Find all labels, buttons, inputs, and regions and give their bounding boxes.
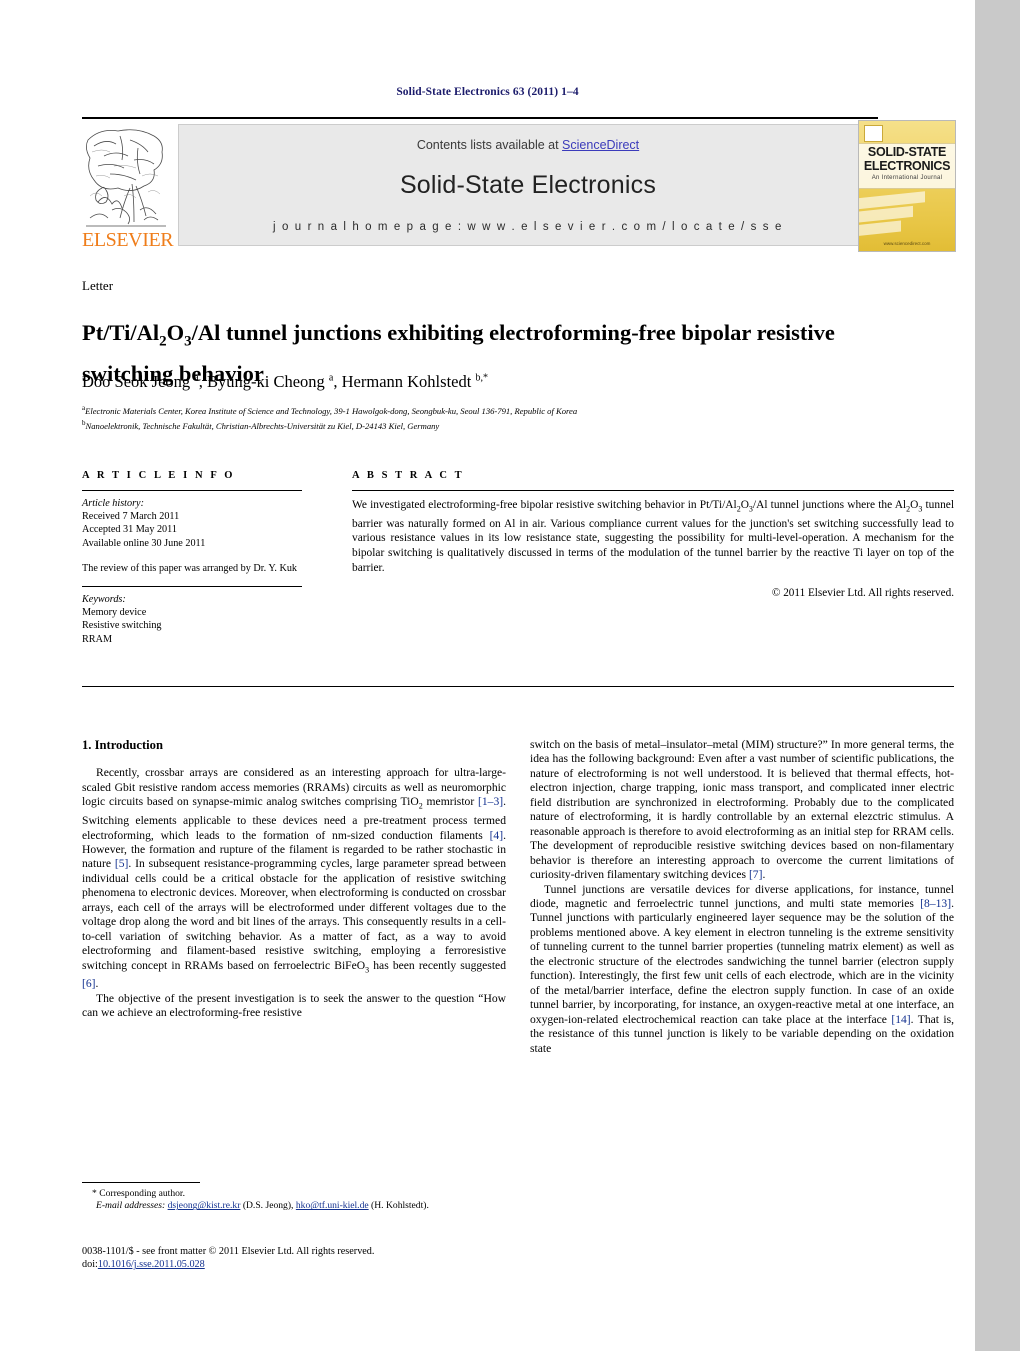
affiliation-a: aElectronic Materials Center, Korea Inst…: [82, 404, 578, 416]
page-gutter: [975, 0, 1020, 1351]
article-info-heading: A R T I C L E I N F O: [82, 470, 236, 481]
doi-label: doi:: [82, 1259, 98, 1271]
paper-page: Solid-State Electronics 63 (2011) 1–4 EL…: [0, 0, 975, 1351]
abstract-text: We investigated electroforming-free bipo…: [352, 499, 954, 574]
cover-title-line1: SOLID-STATE: [867, 145, 947, 159]
review-note: The review of this paper was arranged by…: [82, 562, 298, 574]
journal-masthead: ELSEVIER Contents lists available at Sci…: [82, 117, 878, 252]
body-column-left: 1. Introduction Recently, crossbar array…: [82, 738, 506, 1021]
doi-line: doi:10.1016/j.sse.2011.05.028: [82, 1258, 552, 1271]
article-type-label: Letter: [82, 278, 114, 293]
elsevier-wordmark: ELSEVIER: [82, 229, 174, 251]
copyright-line: © 2011 Elsevier Ltd. All rights reserved…: [771, 587, 954, 600]
affiliation-b: bNanoelektronik, Technische Fakultät, Ch…: [82, 419, 440, 432]
cover-stripe-1: [859, 191, 925, 210]
sciencedirect-link[interactable]: ScienceDirect: [562, 138, 639, 152]
email-owner-kohlstedt: (H. Kohlstedt).: [371, 1200, 429, 1212]
footnote-rule: [82, 1182, 200, 1183]
article-history-label: Article history:: [82, 498, 144, 509]
journal-homepage[interactable]: j o u r n a l h o m e p a g e : w w w . …: [179, 221, 877, 233]
abstract-bottom-rule: [82, 686, 954, 687]
keyword-item: Resistive switching: [82, 620, 162, 632]
doi-link[interactable]: 10.1016/j.sse.2011.05.028: [98, 1259, 205, 1270]
front-matter-block: 0038-1101/$ - see front matter © 2011 El…: [82, 1245, 552, 1272]
abstract-heading: A B S T R A C T: [352, 470, 465, 481]
affiliation-list: aElectronic Materials Center, Korea Inst…: [82, 402, 912, 433]
contents-available-line: Contents lists available at ScienceDirec…: [179, 138, 877, 152]
author-list: Doo Seok Jeong a, Byung-ki Cheong a, Her…: [82, 372, 488, 391]
elsevier-tree-icon: [84, 126, 168, 230]
cover-subtitle: An International Journal: [871, 175, 943, 181]
history-accepted: Accepted 31 May 2011: [82, 524, 177, 536]
cover-elsevier-icon: [864, 125, 883, 142]
contents-prefix: Contents lists available at: [416, 138, 563, 152]
cover-title-line2: ELECTRONICS: [863, 159, 951, 173]
cover-footer-text: www.sciencedirect.com: [883, 241, 931, 246]
keywords-block: Keywords: Memory device Resistive switch…: [82, 587, 302, 646]
article-history: Article history: Received 7 March 2011 A…: [82, 491, 302, 575]
history-received: Received 7 March 2011: [82, 511, 180, 523]
section-heading-introduction: 1. Introduction: [82, 738, 163, 752]
journal-title: Solid-State Electronics: [399, 171, 657, 199]
history-online: Available online 30 June 2011: [82, 537, 206, 549]
email-owner-jeong: (D.S. Jeong),: [242, 1200, 294, 1212]
email-link-kohlstedt[interactable]: hko@tf.uni-kiel.de: [296, 1200, 369, 1211]
article-info-block: A R T I C L E I N F O Article history: R…: [82, 470, 302, 646]
email-label: E-mail addresses:: [96, 1200, 166, 1212]
abstract-block: A B S T R A C T We investigated electrof…: [352, 470, 954, 599]
elsevier-logo: ELSEVIER: [82, 124, 174, 252]
footnote-block: * Corresponding author. E-mail addresses…: [82, 1188, 506, 1213]
front-matter-line: 0038-1101/$ - see front matter © 2011 El…: [82, 1246, 375, 1257]
paragraph: Recently, crossbar arrays are considered…: [82, 766, 507, 991]
cover-stripe-3: [859, 220, 901, 237]
corresponding-author-note: * Corresponding author.: [92, 1188, 185, 1199]
paragraph: switch on the basis of metal–insulator–m…: [530, 738, 954, 882]
keyword-item: Memory device: [82, 607, 147, 619]
journal-banner: Contents lists available at ScienceDirec…: [178, 124, 878, 246]
email-addresses-note: E-mail addresses: dsjeong@kist.re.kr (D.…: [82, 1200, 506, 1212]
running-head: Solid-State Electronics 63 (2011) 1–4: [396, 86, 579, 98]
paragraph: Tunnel junctions are versatile devices f…: [530, 882, 954, 1055]
email-link-jeong[interactable]: dsjeong@kist.re.kr: [168, 1200, 241, 1211]
body-column-right: switch on the basis of metal–insulator–m…: [530, 738, 954, 1056]
journal-cover-thumbnail: SOLID-STATE ELECTRONICS An International…: [858, 120, 956, 252]
paragraph: The objective of the present investigati…: [82, 991, 506, 1020]
keyword-item: RRAM: [82, 633, 113, 645]
keywords-label: Keywords:: [82, 594, 126, 606]
cover-stripe-2: [859, 205, 913, 224]
